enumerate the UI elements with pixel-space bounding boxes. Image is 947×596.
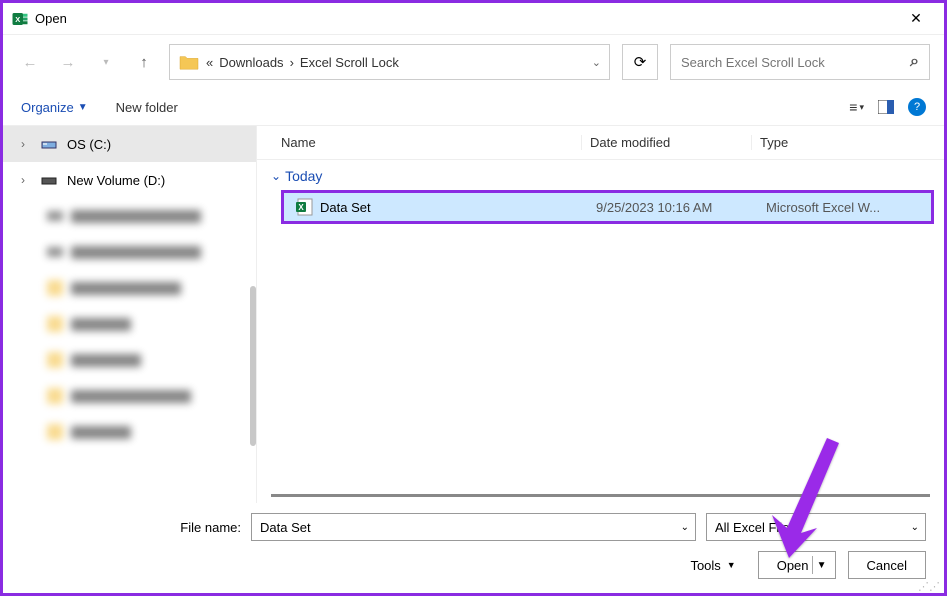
sidebar-item-blurred [3, 414, 256, 450]
refresh-button[interactable]: ⟳ [622, 44, 658, 80]
file-date: 9/25/2023 10:16 AM [596, 200, 766, 215]
footer: File name: Data Set ⌄ All Excel Files ⌄ … [3, 503, 944, 593]
svg-text:X: X [15, 15, 20, 24]
file-row[interactable]: X Data Set 9/25/2023 10:16 AM Microsoft … [281, 190, 934, 224]
open-split-dropdown-icon[interactable]: ▼ [817, 560, 827, 571]
tools-label: Tools [690, 558, 720, 573]
toolbar: Organize ▼ New folder ≡ ▾ ? [3, 89, 944, 125]
window-title: Open [35, 11, 896, 26]
search-icon[interactable]: ⌕ [910, 53, 919, 71]
group-header-today[interactable]: ⌄ Today [271, 168, 944, 184]
chevron-right-icon: › [21, 173, 31, 187]
organize-button[interactable]: Organize ▼ [21, 100, 88, 115]
scroll-thumb[interactable] [250, 286, 256, 446]
tools-button[interactable]: Tools ▼ [690, 558, 735, 573]
sidebar-item-blurred [3, 234, 256, 270]
address-dropdown-icon[interactable]: ⌄ [592, 56, 601, 69]
filename-value: Data Set [260, 520, 311, 535]
sidebar-item-drive-d[interactable]: › New Volume (D:) [3, 162, 256, 198]
chevron-down-icon: ▼ [78, 102, 88, 113]
forward-button[interactable]: → [55, 49, 81, 75]
folder-icon [178, 53, 200, 71]
dialog-body: › OS (C:) › New Volume (D:) [3, 125, 944, 503]
horizontal-scrollbar[interactable] [271, 494, 930, 497]
excel-file-icon: X [294, 197, 314, 217]
filename-row: File name: Data Set ⌄ All Excel Files ⌄ [21, 513, 926, 541]
chevron-right-icon: › [21, 137, 31, 151]
help-button[interactable]: ? [908, 98, 926, 116]
chevron-down-icon: ⌄ [271, 169, 281, 183]
new-folder-button[interactable]: New folder [116, 100, 178, 115]
close-button[interactable]: ✕ [896, 5, 936, 33]
button-row: Tools ▼ Open ▼ Cancel [21, 551, 926, 579]
drive-icon [41, 136, 57, 152]
breadcrumb-item[interactable]: Downloads [219, 55, 283, 70]
breadcrumb[interactable]: « Downloads › Excel Scroll Lock [206, 55, 586, 70]
group-label: Today [285, 168, 322, 184]
filter-dropdown-icon[interactable]: ⌄ [911, 522, 919, 533]
file-type: Microsoft Excel W... [766, 200, 931, 215]
file-pane: Name Date modified Type ⌄ Today X Data S… [257, 126, 944, 503]
breadcrumb-item[interactable]: Excel Scroll Lock [300, 55, 399, 70]
sidebar-item-label: New Volume (D:) [67, 173, 165, 188]
sidebar-item-blurred [3, 378, 256, 414]
navigation-row: ← → ▾ ↑ « Downloads › Excel Scroll Lock … [3, 35, 944, 89]
preview-pane-button[interactable] [878, 100, 894, 114]
chevron-down-icon: ▼ [727, 560, 736, 570]
svg-text:X: X [298, 203, 304, 212]
sidebar-item-blurred [3, 270, 256, 306]
filename-label: File name: [21, 520, 241, 535]
titlebar: X Open ✕ [3, 3, 944, 35]
column-header-date[interactable]: Date modified [581, 135, 751, 150]
up-button[interactable]: ↑ [131, 49, 157, 75]
filename-dropdown-icon[interactable]: ⌄ [681, 522, 689, 533]
file-name: Data Set [320, 200, 596, 215]
filename-input[interactable]: Data Set ⌄ [251, 513, 696, 541]
sidebar-item-blurred [3, 198, 256, 234]
sidebar-item-drive-c[interactable]: › OS (C:) [3, 126, 256, 162]
open-button[interactable]: Open ▼ [758, 551, 836, 579]
sidebar-scrollbar[interactable] [248, 126, 256, 503]
column-header-type[interactable]: Type [751, 135, 944, 150]
cancel-button[interactable]: Cancel [848, 551, 926, 579]
excel-app-icon: X [11, 10, 29, 28]
back-button[interactable]: ← [17, 49, 43, 75]
organize-label: Organize [21, 100, 74, 115]
file-group: ⌄ Today X Data Set 9/25/2023 10:16 AM Mi… [257, 160, 944, 230]
column-headers: Name Date modified Type [257, 126, 944, 160]
filter-value: All Excel Files [715, 520, 796, 535]
column-header-name[interactable]: Name [257, 135, 581, 150]
sidebar-item-blurred [3, 342, 256, 378]
filetype-filter[interactable]: All Excel Files ⌄ [706, 513, 926, 541]
address-bar[interactable]: « Downloads › Excel Scroll Lock ⌄ [169, 44, 610, 80]
drive-icon [41, 172, 57, 188]
open-label: Open [777, 558, 809, 573]
resize-grip-icon[interactable]: ⋰⋰ [918, 585, 940, 589]
search-input[interactable] [681, 55, 902, 70]
sidebar-item-blurred [3, 306, 256, 342]
search-box[interactable]: ⌕ [670, 44, 930, 80]
recent-dropdown[interactable]: ▾ [93, 49, 119, 75]
sidebar: › OS (C:) › New Volume (D:) [3, 126, 257, 503]
view-mode-button[interactable]: ≡ ▾ [849, 99, 864, 115]
sidebar-item-label: OS (C:) [67, 137, 111, 152]
open-file-dialog: X Open ✕ ← → ▾ ↑ « Downloads › Excel Scr… [0, 0, 947, 596]
breadcrumb-prefix: « [206, 55, 213, 70]
breadcrumb-separator-icon: › [290, 55, 294, 70]
